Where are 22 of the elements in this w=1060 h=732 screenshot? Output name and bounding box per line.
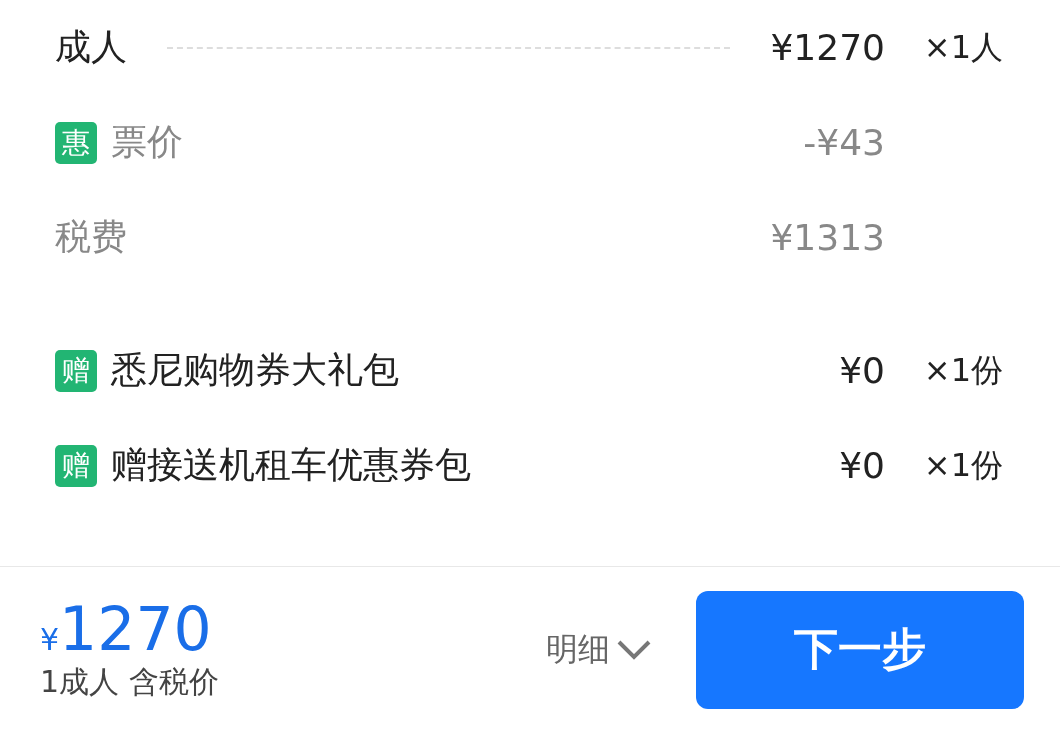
line-quantity: ×1份 [923,444,1003,486]
currency-symbol: ¥ [40,622,60,657]
badge-icon: 赠 [55,444,97,487]
line-price: ¥0 [839,445,885,486]
badge-icon: 赠 [55,349,97,392]
details-toggle[interactable]: 明细 [546,627,652,672]
line-price: ¥1313 [770,217,885,258]
chevron-down-icon [616,638,652,661]
line-price: ¥1270 [770,27,885,68]
badge-icon: 惠 [55,121,97,164]
line-label: 成人 [55,25,127,69]
line-label: 悉尼购物券大礼包 [111,348,399,392]
line-price: -¥43 [803,122,885,163]
next-button[interactable]: 下一步 [696,590,1024,709]
line-label: 票价 [111,120,183,164]
total-price: 1270 [59,596,212,662]
line-label: 税费 [55,215,127,259]
line-quantity: ×1份 [923,349,1003,391]
line-price: ¥0 [839,350,885,391]
line-quantity: ×1人 [923,26,1003,68]
line-label: 赠接送机租车优惠券包 [111,443,471,487]
price-caption: 1成人 含税价 [40,663,219,701]
